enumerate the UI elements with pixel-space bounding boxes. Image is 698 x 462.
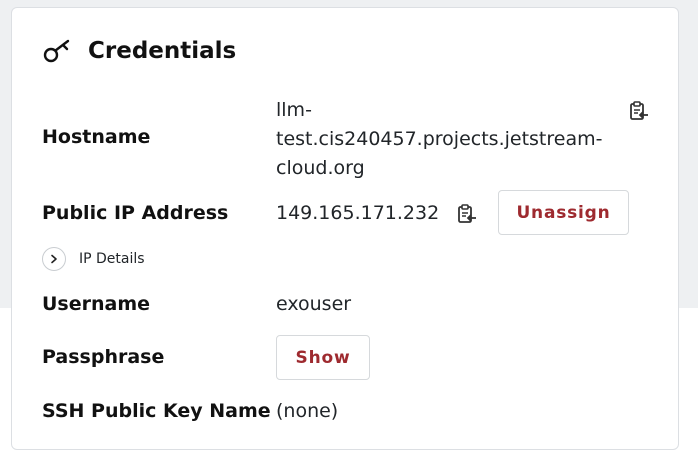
- hostname-copy-icon[interactable]: [628, 100, 650, 122]
- key-icon: [42, 38, 74, 64]
- passphrase-label: Passphrase: [42, 346, 165, 368]
- card-title: Credentials: [88, 38, 237, 64]
- hostname-line-2: test.cis240457.projects.jetstream-: [276, 128, 603, 150]
- hostname-line-3: cloud.org: [276, 157, 365, 179]
- public-ip-label: Public IP Address: [42, 202, 229, 224]
- hostname-value: llm- test.cis240457.projects.jetstream- …: [276, 96, 602, 183]
- ip-details-toggle[interactable]: IP Details: [42, 247, 145, 271]
- ssh-key-value: (none): [276, 400, 339, 422]
- username-value: exouser: [276, 293, 352, 315]
- chevron-right-icon: [42, 247, 66, 271]
- card-header: Credentials: [42, 38, 236, 64]
- show-passphrase-button[interactable]: Show: [276, 335, 370, 380]
- hostname-label: Hostname: [42, 126, 151, 148]
- public-ip-value: 149.165.171.232: [276, 202, 440, 224]
- hostname-line-1: llm-: [276, 99, 312, 121]
- ssh-key-label: SSH Public Key Name: [42, 400, 271, 422]
- unassign-button[interactable]: Unassign: [498, 190, 629, 235]
- public-ip-copy-icon[interactable]: [456, 203, 478, 225]
- credentials-card: Credentials Hostname llm- test.cis240457…: [11, 7, 679, 450]
- ip-details-label: IP Details: [79, 251, 145, 267]
- username-label: Username: [42, 293, 151, 315]
